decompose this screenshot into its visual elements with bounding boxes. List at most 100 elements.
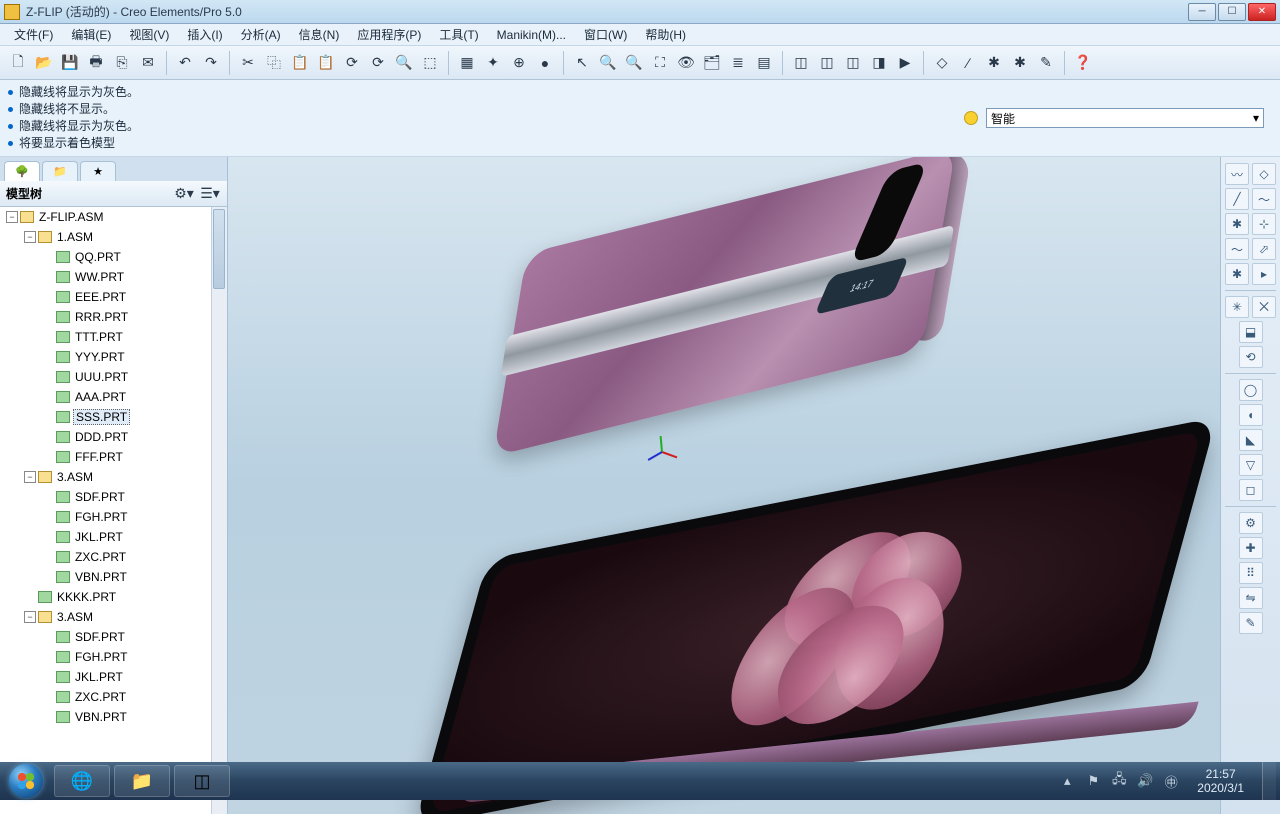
copy-button[interactable]: ⿻	[262, 51, 286, 75]
shade-button[interactable]: ●	[533, 51, 557, 75]
close-window-button[interactable]: ◫	[815, 51, 839, 75]
tree-item[interactable]: JKL.PRT	[0, 527, 227, 547]
expander-icon[interactable]: −	[24, 611, 36, 623]
menu-e[interactable]: 编辑(E)	[63, 24, 119, 45]
menu-p[interactable]: 应用程序(P)	[349, 24, 429, 45]
regen-manage-button[interactable]: ⟳	[366, 51, 390, 75]
annotation-button[interactable]: ✎	[1034, 51, 1058, 75]
saved-view-button[interactable]: 👁	[674, 51, 698, 75]
hole-button[interactable]: ◯	[1239, 379, 1263, 401]
find-button[interactable]: 🔍	[392, 51, 416, 75]
clock[interactable]: 21:57 2020/3/1	[1189, 767, 1252, 795]
active-window-button[interactable]: ◨	[867, 51, 891, 75]
tree-item[interactable]: −3.ASM	[0, 467, 227, 487]
explorer-task-button[interactable]: 📁	[114, 765, 170, 797]
tree-item[interactable]: EEE.PRT	[0, 287, 227, 307]
email-button[interactable]: ✉	[136, 51, 160, 75]
menu-manikinm[interactable]: Manikin(M)...	[489, 26, 574, 44]
select-button[interactable]: ⬚	[418, 51, 442, 75]
assemble-button[interactable]: ⚙	[1239, 512, 1263, 534]
tree-item[interactable]: FFF.PRT	[0, 447, 227, 467]
perspective-button[interactable]: ▤	[752, 51, 776, 75]
tree-item[interactable]: YYY.PRT	[0, 347, 227, 367]
redo-button[interactable]: ↷	[199, 51, 223, 75]
copy-obj-button[interactable]: ⎘	[110, 51, 134, 75]
datum-plane-button[interactable]: ◇	[930, 51, 954, 75]
show-desktop-button[interactable]	[1262, 762, 1276, 800]
print-button[interactable]: 🖶	[84, 51, 108, 75]
menu-h[interactable]: 帮助(H)	[637, 24, 694, 45]
tree-item[interactable]: JKL.PRT	[0, 667, 227, 687]
cut-button[interactable]: ✂	[236, 51, 260, 75]
point-button[interactable]: ✱	[1225, 213, 1249, 235]
curve-thru-button[interactable]: 〜	[1225, 238, 1249, 260]
tree-item[interactable]: −Z-FLIP.ASM	[0, 207, 227, 227]
curve-button[interactable]: 〜	[1252, 188, 1276, 210]
action-center-icon[interactable]: ⚑	[1085, 773, 1101, 789]
draft-button[interactable]: ▽	[1239, 454, 1263, 476]
network-icon[interactable]: 🖧	[1111, 773, 1127, 789]
model-tree[interactable]: −Z-FLIP.ASM−1.ASMQQ.PRTWW.PRTEEE.PRTRRR.…	[0, 207, 227, 814]
save-button[interactable]: 💾	[58, 51, 82, 75]
close-button[interactable]: ✕	[1248, 3, 1276, 21]
menu-v[interactable]: 视图(V)	[121, 24, 177, 45]
round-button[interactable]: ◖	[1239, 404, 1263, 426]
tree-item[interactable]: SDF.PRT	[0, 627, 227, 647]
chamfer-button[interactable]: ◣	[1239, 429, 1263, 451]
menu-t[interactable]: 工具(T)	[431, 24, 486, 45]
paste-button[interactable]: 📋	[288, 51, 312, 75]
minimize-button[interactable]: ─	[1188, 3, 1216, 21]
new-button[interactable]: 🗋	[6, 51, 30, 75]
style-button[interactable]: ✎	[1239, 612, 1263, 634]
point-offset-button[interactable]: ✱	[1225, 263, 1249, 285]
tree-item[interactable]: FGH.PRT	[0, 507, 227, 527]
creo-task-button[interactable]: ◫	[174, 765, 230, 797]
offset-button[interactable]: ⬀	[1252, 238, 1276, 260]
datum-axis-button[interactable]: ∕	[956, 51, 980, 75]
tree-item[interactable]: −3.ASM	[0, 607, 227, 627]
bulb-icon[interactable]	[964, 111, 978, 125]
paste-special-button[interactable]: 📋	[314, 51, 338, 75]
tree-item[interactable]: VBN.PRT	[0, 567, 227, 587]
help-button[interactable]: ❓	[1071, 51, 1095, 75]
maximize-button[interactable]: ☐	[1218, 3, 1246, 21]
layers-button[interactable]: ≣	[726, 51, 750, 75]
tree-item[interactable]: WW.PRT	[0, 267, 227, 287]
tree-item[interactable]: VBN.PRT	[0, 707, 227, 727]
tree-item[interactable]: −1.ASM	[0, 227, 227, 247]
expander-icon[interactable]: −	[24, 471, 36, 483]
tree-item[interactable]: UUU.PRT	[0, 367, 227, 387]
tree-item[interactable]: KKKK.PRT	[0, 587, 227, 607]
tray-up-icon[interactable]: ▴	[1059, 773, 1075, 789]
zoom-in-button[interactable]: 🔍	[596, 51, 620, 75]
repaint-button[interactable]: ▦	[455, 51, 479, 75]
scrollbar-thumb[interactable]	[213, 209, 225, 289]
favorites-tab[interactable]: ★	[80, 161, 116, 181]
tree-item[interactable]: TTT.PRT	[0, 327, 227, 347]
datum-csys-button[interactable]: ✱	[1008, 51, 1032, 75]
expander-icon[interactable]: −	[24, 231, 36, 243]
extrude-button[interactable]: ⬓	[1239, 321, 1263, 343]
open-button[interactable]: 📂	[32, 51, 56, 75]
refit-button[interactable]: ⛶	[648, 51, 672, 75]
selection-filter-dropdown[interactable]: 智能 ▾	[986, 108, 1264, 128]
expander-icon[interactable]: −	[6, 211, 18, 223]
menu-i[interactable]: 插入(I)	[179, 24, 230, 45]
volume-icon[interactable]: 🔊	[1137, 773, 1153, 789]
spin-center-button[interactable]: ✦	[481, 51, 505, 75]
tree-item[interactable]: SDF.PRT	[0, 487, 227, 507]
datum-point-button[interactable]: ✱	[982, 51, 1006, 75]
orient-button[interactable]: ⊕	[507, 51, 531, 75]
tile-button[interactable]: ◫	[841, 51, 865, 75]
menu-f[interactable]: 文件(F)	[6, 24, 61, 45]
chrome-task-button[interactable]: 🌐	[54, 765, 110, 797]
csys-icon[interactable]: ⊹	[1252, 213, 1276, 235]
ime-icon[interactable]: ㊥	[1163, 773, 1179, 789]
undo-button[interactable]: ↶	[173, 51, 197, 75]
axis-button[interactable]: ╱	[1225, 188, 1249, 210]
menu-w[interactable]: 窗口(W)	[576, 24, 635, 45]
tree-item[interactable]: SSS.PRT	[0, 407, 227, 427]
graphics-viewport[interactable]: 14:17	[228, 157, 1220, 814]
folder-tab[interactable]: 📁	[42, 161, 78, 181]
regenerate-button[interactable]: ⟳	[340, 51, 364, 75]
